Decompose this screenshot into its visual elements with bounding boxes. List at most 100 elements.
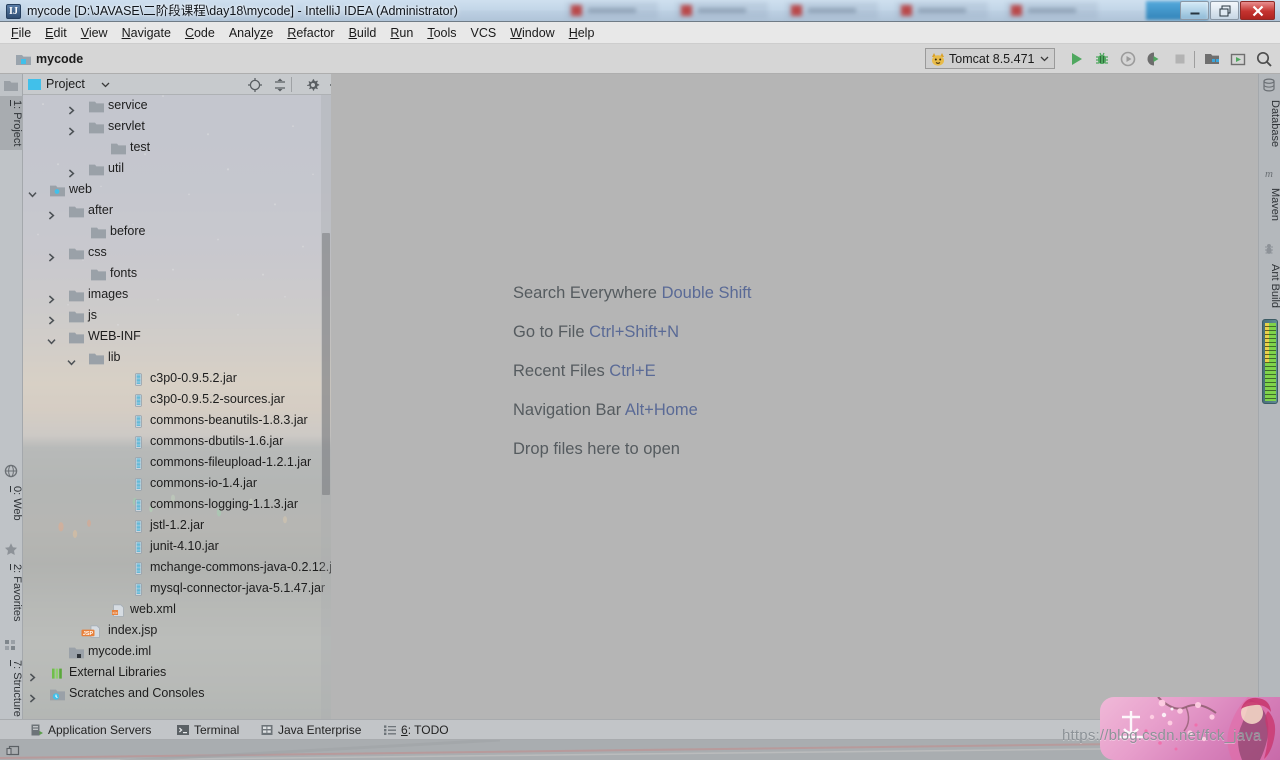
- menu-refactor[interactable]: Refactor: [280, 22, 341, 44]
- tree-node[interactable]: JSP index.jsp: [23, 620, 331, 641]
- run-with-coverage-button[interactable]: [1118, 49, 1138, 69]
- chevron-right-icon[interactable]: [47, 290, 56, 304]
- right-tool-tab-ant-build[interactable]: Ant Build: [1259, 260, 1280, 312]
- tree-node[interactable]: mysql-connector-java-5.1.47.jar: [23, 578, 331, 599]
- tree-node[interactable]: commons-dbutils-1.6.jar: [23, 431, 331, 452]
- ant-build-scrollbar-thumb[interactable]: [1262, 319, 1278, 404]
- project-tree[interactable]: service servlet test util web after before css f…: [23, 95, 331, 719]
- project-tree-scrollbar[interactable]: [321, 95, 331, 719]
- close-button[interactable]: [1240, 1, 1275, 20]
- menu-vcs[interactable]: VCS: [464, 22, 504, 44]
- shortcut-hint: Go to File Ctrl+Shift+N: [513, 313, 1033, 352]
- tree-node[interactable]: servlet: [23, 116, 331, 137]
- chevron-right-icon[interactable]: [28, 689, 37, 703]
- menu-tools[interactable]: Tools: [420, 22, 463, 44]
- chevron-down-icon[interactable]: [101, 82, 110, 88]
- tree-node[interactable]: js: [23, 305, 331, 326]
- menu-build[interactable]: Build: [342, 22, 384, 44]
- tree-node[interactable]: web: [23, 179, 331, 200]
- menu-code[interactable]: Code: [178, 22, 222, 44]
- run-button[interactable]: [1066, 49, 1086, 69]
- application-servers-icon: [30, 723, 44, 737]
- chevron-down-icon[interactable]: [47, 332, 56, 345]
- folder-icon: [69, 246, 84, 260]
- breadcrumb[interactable]: mycode: [16, 44, 83, 74]
- chevron-right-icon[interactable]: [67, 101, 76, 115]
- chevron-down-icon[interactable]: [28, 185, 37, 198]
- chevron-right-icon[interactable]: [47, 206, 56, 220]
- menu-help[interactable]: Help: [562, 22, 602, 44]
- chevron-down-icon[interactable]: [67, 353, 76, 366]
- profile-button[interactable]: [1144, 49, 1164, 69]
- tree-node[interactable]: images: [23, 284, 331, 305]
- preview-window-button[interactable]: [1228, 49, 1248, 69]
- bottom-tool-tab-todo[interactable]: 6: TODO: [383, 720, 449, 740]
- bottom-tool-tab-terminal[interactable]: Terminal: [176, 720, 239, 740]
- left-tool-tab-structure[interactable]: 7: Structure: [0, 656, 23, 721]
- chevron-right-icon[interactable]: [67, 164, 76, 178]
- tree-node[interactable]: c3p0-0.9.5.2-sources.jar: [23, 389, 331, 410]
- menu-navigate[interactable]: Navigate: [115, 22, 178, 44]
- tree-node[interactable]: commons-beanutils-1.8.3.jar: [23, 410, 331, 431]
- menu-view[interactable]: View: [74, 22, 115, 44]
- tree-node[interactable]: css: [23, 242, 331, 263]
- tree-node[interactable]: commons-io-1.4.jar: [23, 473, 331, 494]
- folder-icon: [69, 204, 84, 218]
- menu-edit[interactable]: Edit: [38, 22, 74, 44]
- left-tool-tab-web[interactable]: 0: Web: [0, 482, 23, 525]
- right-tool-tab-maven[interactable]: Maven: [1259, 184, 1280, 225]
- chevron-right-icon[interactable]: [67, 122, 76, 136]
- bottom-tool-tab-label: Terminal: [194, 723, 240, 737]
- run-configuration-selector[interactable]: Tomcat 8.5.471: [925, 48, 1055, 69]
- tree-node[interactable]: after: [23, 200, 331, 221]
- debug-button[interactable]: [1092, 49, 1112, 69]
- svg-text:<>: <>: [112, 610, 118, 615]
- chevron-right-icon[interactable]: [47, 248, 56, 262]
- bottom-tool-tab-java-enterprise[interactable]: Java Enterprise: [260, 720, 361, 740]
- tree-node[interactable]: Scratches and Consoles: [23, 683, 331, 704]
- tree-node[interactable]: junit-4.10.jar: [23, 536, 331, 557]
- menu-run[interactable]: Run: [383, 22, 420, 44]
- menu-window[interactable]: Window: [503, 22, 561, 44]
- scrollbar-thumb[interactable]: [322, 233, 330, 495]
- jar-icon: [131, 435, 146, 449]
- locate-in-tree-button[interactable]: [247, 77, 263, 93]
- tree-node-label: Scratches and Consoles: [69, 686, 205, 700]
- tree-node[interactable]: WEB-INF: [23, 326, 331, 347]
- tree-node[interactable]: fonts: [23, 263, 331, 284]
- tree-node[interactable]: lib: [23, 347, 331, 368]
- hint-action: Navigation Bar: [513, 401, 622, 419]
- chevron-right-icon[interactable]: [28, 668, 37, 682]
- right-tool-window-strip: Database m Maven Ant Build: [1258, 74, 1280, 719]
- tree-node[interactable]: <> web.xml: [23, 599, 331, 620]
- tree-node[interactable]: before: [23, 221, 331, 242]
- layout-toggle-icon[interactable]: [6, 744, 20, 757]
- tree-node[interactable]: mchange-commons-java-0.2.12.j: [23, 557, 331, 578]
- tree-node[interactable]: util: [23, 158, 331, 179]
- project-structure-button[interactable]: [1202, 49, 1222, 69]
- tree-node[interactable]: External Libraries: [23, 662, 331, 683]
- editor-empty-area[interactable]: Search Everywhere Double Shift Go to File…: [331, 74, 1258, 719]
- restore-button[interactable]: [1210, 1, 1239, 20]
- search-everywhere-button[interactable]: [1254, 49, 1274, 69]
- bottom-tool-tab-application-servers[interactable]: Application Servers: [30, 720, 151, 740]
- menu-analyze[interactable]: Analyze: [222, 22, 280, 44]
- jar-icon: [131, 561, 146, 575]
- tree-node[interactable]: c3p0-0.9.5.2.jar: [23, 368, 331, 389]
- left-tool-tab-project[interactable]: 1: Project: [0, 96, 23, 151]
- minimize-button[interactable]: [1180, 1, 1209, 20]
- tree-node-label: External Libraries: [69, 665, 167, 679]
- menu-file[interactable]: File: [4, 22, 38, 44]
- tree-node[interactable]: commons-logging-1.1.3.jar: [23, 494, 331, 515]
- panel-settings-button[interactable]: [305, 77, 321, 93]
- right-tool-tab-database[interactable]: Database: [1259, 96, 1280, 151]
- tree-node[interactable]: commons-fileupload-1.2.1.jar: [23, 452, 331, 473]
- tree-node-label: commons-dbutils-1.6.jar: [150, 434, 284, 448]
- tree-node[interactable]: test: [23, 137, 331, 158]
- collapse-all-button[interactable]: [272, 77, 288, 93]
- tree-node[interactable]: service: [23, 95, 331, 116]
- left-tool-tab-favorites[interactable]: 2: Favorites: [0, 560, 23, 625]
- tree-node[interactable]: mycode.iml: [23, 641, 331, 662]
- tree-node[interactable]: jstl-1.2.jar: [23, 515, 331, 536]
- chevron-right-icon[interactable]: [47, 311, 56, 325]
